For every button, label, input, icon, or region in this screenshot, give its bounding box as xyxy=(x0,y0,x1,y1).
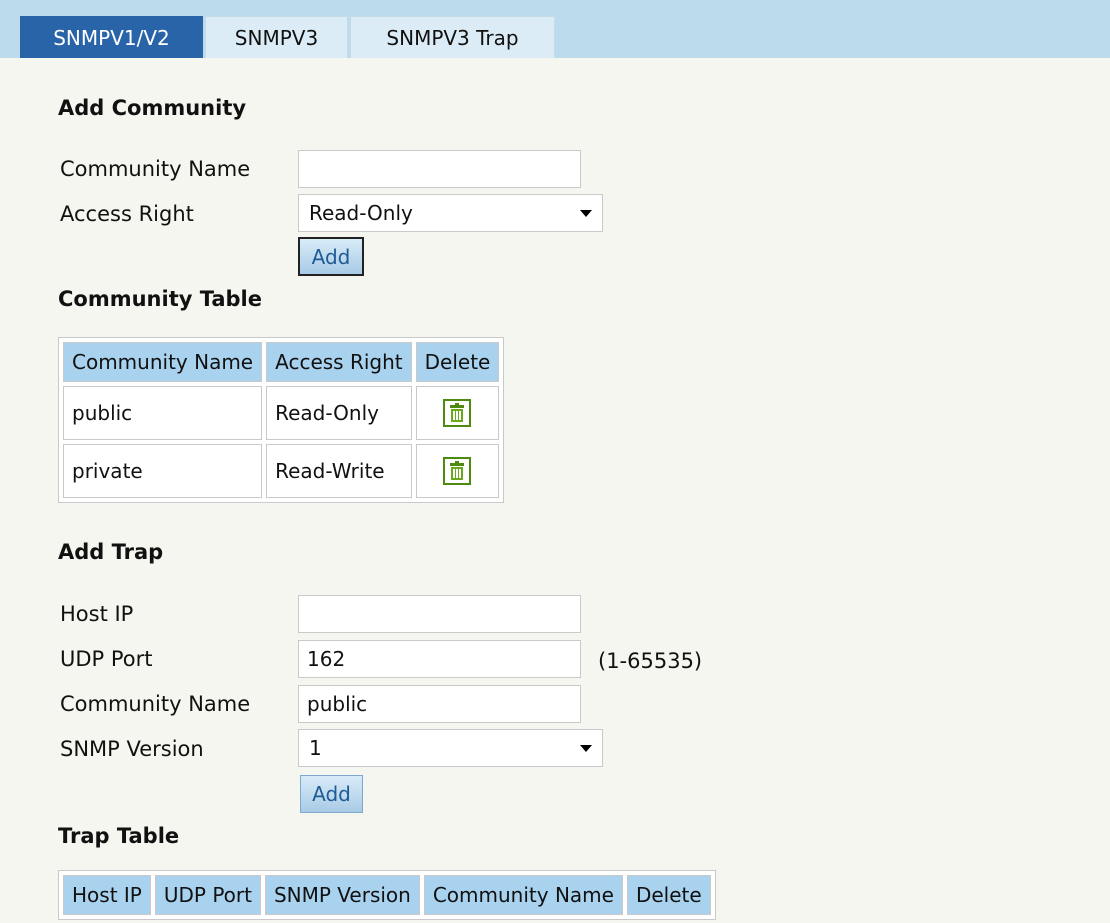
community-name-cell: private xyxy=(63,444,263,498)
add-trap-heading: Add Trap xyxy=(58,540,164,564)
tab-bar: SNMPV1/V2 SNMPV3 SNMPV3 Trap xyxy=(0,0,1110,58)
trap-table: Host IP UDP Port SNMP Version Community … xyxy=(58,870,716,920)
trash-icon[interactable] xyxy=(443,457,472,485)
delete-cell xyxy=(415,444,500,498)
host-ip-input[interactable] xyxy=(298,595,581,633)
column-header-udp-port: UDP Port xyxy=(154,875,261,915)
column-header-access-right: Access Right xyxy=(266,342,412,382)
column-header-community-name: Community Name xyxy=(63,342,263,382)
column-header-delete: Delete xyxy=(626,875,711,915)
snmp-version-value: 1 xyxy=(309,736,322,760)
column-header-community-name: Community Name xyxy=(423,875,623,915)
udp-port-label: UDP Port xyxy=(60,647,153,671)
community-name-label: Community Name xyxy=(60,157,251,181)
trap-community-name-label: Community Name xyxy=(60,692,251,716)
chevron-down-icon xyxy=(580,745,592,752)
access-right-cell: Read-Only xyxy=(266,386,412,440)
table-header-row: Community Name Access Right Delete xyxy=(63,342,500,382)
column-header-snmp-version: SNMP Version xyxy=(264,875,420,915)
udp-port-input[interactable] xyxy=(298,640,581,678)
column-header-host-ip: Host IP xyxy=(63,875,151,915)
access-right-label: Access Right xyxy=(60,202,194,226)
udp-port-range-hint: (1-65535) xyxy=(598,649,703,673)
column-header-delete: Delete xyxy=(415,342,500,382)
access-right-select[interactable]: Read-Only xyxy=(298,194,603,232)
table-row: public Read-Only xyxy=(63,386,500,440)
chevron-down-icon xyxy=(580,210,592,217)
add-trap-button[interactable]: Add xyxy=(300,775,363,813)
table-row: private Read-Write xyxy=(63,444,500,498)
tab-snmpv3-trap[interactable]: SNMPV3 Trap xyxy=(350,16,555,58)
community-table: Community Name Access Right Delete publi… xyxy=(58,337,505,503)
community-name-cell: public xyxy=(63,386,263,440)
access-right-cell: Read-Write xyxy=(266,444,412,498)
trap-table-heading: Trap Table xyxy=(58,824,180,848)
add-community-heading: Add Community xyxy=(58,96,247,120)
tab-snmpv3[interactable]: SNMPV3 xyxy=(205,16,348,58)
community-name-input[interactable] xyxy=(298,150,581,188)
trap-community-name-input[interactable] xyxy=(298,685,581,723)
snmp-version-select[interactable]: 1 xyxy=(298,729,603,767)
snmp-version-label: SNMP Version xyxy=(60,737,204,761)
delete-cell xyxy=(415,386,500,440)
table-header-row: Host IP UDP Port SNMP Version Community … xyxy=(63,875,711,915)
add-community-button[interactable]: Add xyxy=(298,237,364,276)
community-table-heading: Community Table xyxy=(58,287,263,311)
trash-icon[interactable] xyxy=(443,399,472,427)
host-ip-label: Host IP xyxy=(60,602,134,626)
tab-snmpv1-v2[interactable]: SNMPV1/V2 xyxy=(20,16,203,58)
access-right-value: Read-Only xyxy=(309,201,413,225)
